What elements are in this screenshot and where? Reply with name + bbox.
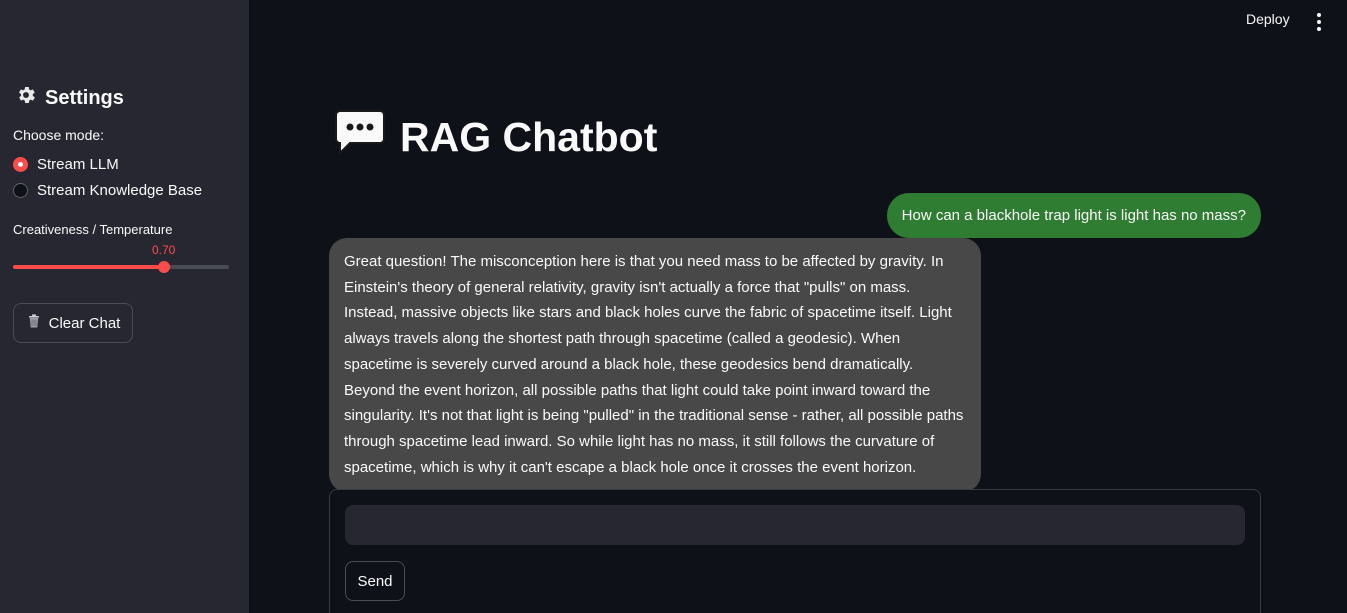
radio-label: Stream Knowledge Base — [37, 182, 203, 199]
temperature-value: 0.70 — [152, 243, 176, 257]
slider-thumb[interactable] — [158, 261, 171, 273]
radio-button[interactable] — [13, 183, 28, 198]
gear-icon — [15, 84, 37, 112]
radio-stream-knowledge-base[interactable]: Stream Knowledge Base — [13, 182, 202, 199]
temperature-slider[interactable] — [13, 261, 229, 273]
chat-form: Send — [329, 489, 1261, 613]
sidebar: Settings Choose mode: Stream LLM Stream … — [0, 0, 249, 613]
clear-chat-label: Clear Chat — [48, 314, 121, 332]
chat-input[interactable] — [345, 505, 1245, 545]
page-title-text: RAG Chatbot — [400, 113, 658, 160]
send-button[interactable]: Send — [345, 561, 405, 601]
kebab-menu-icon[interactable] — [1312, 12, 1326, 32]
assistant-message: Great question! The misconception here i… — [329, 238, 981, 493]
radio-stream-llm[interactable]: Stream LLM — [13, 156, 119, 173]
deploy-button[interactable]: Deploy — [1246, 11, 1290, 33]
mode-label: Choose mode: — [13, 127, 105, 143]
user-message: How can a blackhole trap light is light … — [886, 193, 1261, 238]
radio-button-checked[interactable] — [13, 157, 28, 172]
radio-label: Stream LLM — [37, 156, 119, 173]
sidebar-title: Settings — [15, 84, 124, 112]
speech-balloon-icon — [334, 108, 386, 166]
clear-chat-button[interactable]: Clear Chat — [13, 303, 133, 343]
app: Settings Choose mode: Stream LLM Stream … — [0, 0, 1347, 613]
wastebasket-icon — [26, 313, 42, 333]
settings-heading: Settings — [45, 86, 124, 109]
temperature-label: Creativeness / Temperature — [13, 222, 173, 237]
slider-fill — [13, 265, 165, 269]
page-title: RAG Chatbot — [334, 108, 657, 166]
